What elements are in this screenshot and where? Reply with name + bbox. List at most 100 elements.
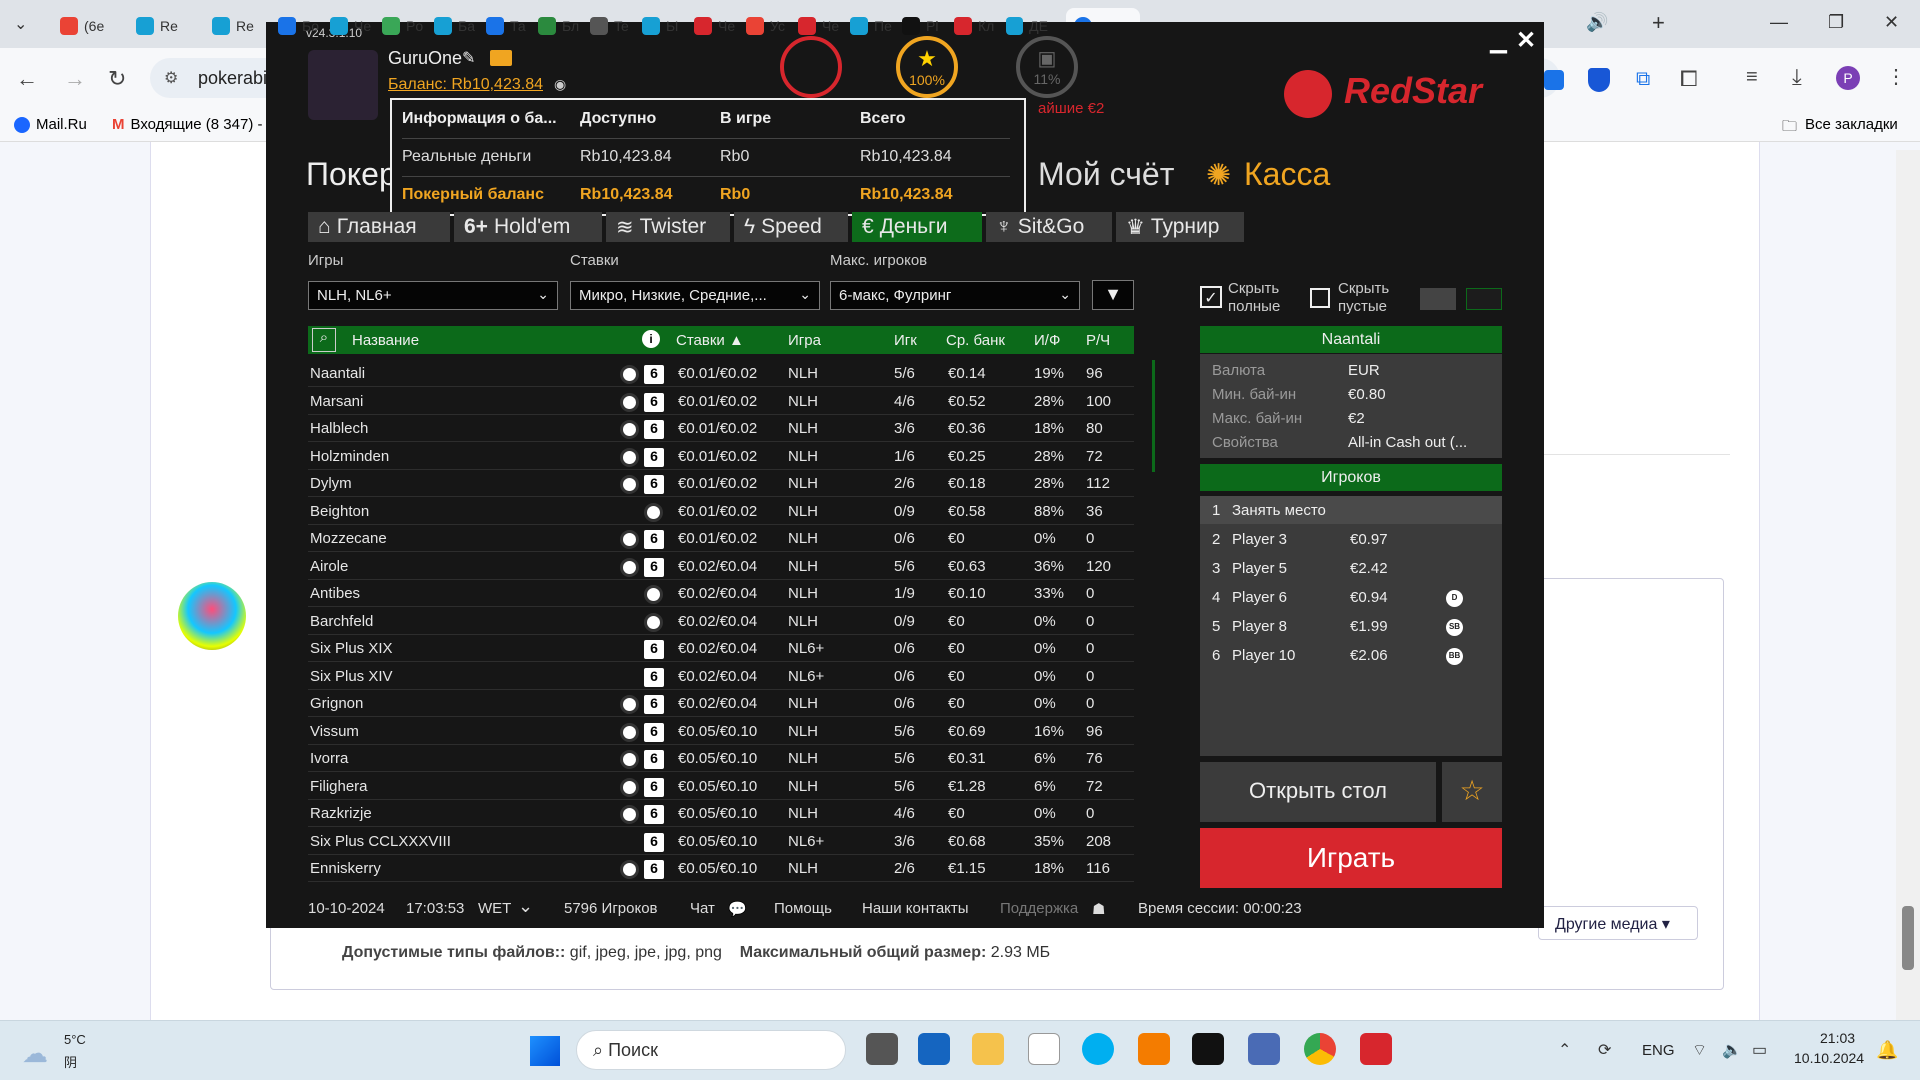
media-list-icon[interactable]: ≡ — [1746, 66, 1758, 89]
table-row[interactable]: Ivorra €0.05/€0.10 NLH 5/6 €0.31 6% 76 6 — [308, 745, 1134, 772]
client-minimize-button[interactable]: ▁ — [1490, 28, 1507, 54]
games-dropdown[interactable]: NLH, NL6+ ⌄ — [308, 281, 558, 310]
browser-tab[interactable]: Кл — [946, 8, 996, 44]
hide-empty-checkbox[interactable] — [1310, 288, 1330, 308]
stakes-dropdown[interactable]: Микро, Низкие, Средние,... ⌄ — [570, 281, 820, 310]
tab-sitgo[interactable]: ♆ Sit&Go — [986, 212, 1112, 242]
tab-main[interactable]: ⌂ Главная — [308, 212, 450, 242]
browser-tab[interactable]: Ы — [634, 8, 684, 44]
tab-holdem[interactable]: 6+ Hold'em — [454, 212, 602, 242]
edit-icon[interactable]: ✎ — [462, 48, 475, 68]
windows-start-icon[interactable] — [530, 1036, 560, 1066]
taskbar-search-input[interactable]: ⌕ Поиск — [576, 1030, 846, 1070]
forward-icon[interactable]: → — [64, 66, 86, 92]
chat-link[interactable]: Чат — [690, 900, 715, 917]
contacts-link[interactable]: Наши контакты — [862, 900, 969, 917]
audio-icon[interactable]: 🔊 — [1586, 12, 1608, 33]
volume-icon[interactable]: 🔈 — [1722, 1040, 1742, 1060]
balance-link[interactable]: Баланс: Rb10,423.84 — [388, 76, 543, 94]
download-icon[interactable]: ⤓ — [1792, 64, 1802, 90]
table-row[interactable]: Mozzecane €0.01/€0.02 NLH 0/6 €0 0% 0 6 — [308, 525, 1134, 552]
page-scroll-thumb[interactable] — [1902, 906, 1914, 970]
all-bookmarks[interactable]: 🗀 Все закладки — [1782, 116, 1898, 141]
browser-tab[interactable]: Re — [204, 8, 264, 44]
network-app-icon[interactable] — [1248, 1033, 1280, 1065]
browser-tab[interactable]: Бл — [530, 8, 580, 44]
table-row[interactable]: Filighera €0.05/€0.10 NLH 5/6 €1.28 6% 72 6 — [308, 773, 1134, 800]
table-row[interactable]: Airole €0.02/€0.04 NLH 5/6 €0.63 36% 120 6 — [308, 553, 1134, 580]
close-window-button[interactable]: ✕ — [1884, 12, 1899, 33]
notepad-icon[interactable] — [1028, 1033, 1060, 1065]
tray-app-icon[interactable]: ⟳ — [1598, 1040, 1611, 1060]
table-row[interactable]: Marsani €0.01/€0.02 NLH 4/6 €0.52 28% 100 6 — [308, 388, 1134, 415]
tab-search-icon[interactable]: ⌄ — [14, 14, 27, 34]
browser-tab[interactable]: (6e — [52, 8, 122, 44]
column-players[interactable]: Игк — [894, 332, 917, 349]
browser-tab[interactable]: ДЕ — [998, 8, 1048, 44]
browser-tab[interactable]: Po — [374, 8, 424, 44]
timezone-chevron-icon[interactable]: ⌄ — [518, 896, 533, 917]
bookmark-inbox[interactable]: M Входящие (8 347) - — [112, 116, 262, 133]
weather-cloud-icon[interactable]: ☁ — [22, 1038, 48, 1069]
back-icon[interactable]: ← — [16, 66, 38, 92]
column-vpip[interactable]: И/Ф — [1034, 332, 1060, 349]
column-name[interactable]: Название — [352, 332, 419, 349]
table-row[interactable]: Six Plus CCLXXXVIII €0.05/€0.10 NL6+ 3/6 €0.… — [308, 828, 1134, 855]
cashier-link[interactable]: Касса — [1244, 156, 1330, 193]
table-row[interactable]: Holzminden €0.01/€0.02 NLH 1/6 €0.25 28% 72 6 — [308, 443, 1134, 470]
minimize-button[interactable]: — — [1770, 12, 1788, 33]
page-scrollbar[interactable] — [1896, 150, 1920, 1020]
column-hands[interactable]: Р/Ч — [1086, 332, 1110, 349]
player-avatar[interactable] — [308, 50, 378, 120]
extensions-puzzle-icon[interactable]: ⧠ — [1680, 66, 1698, 92]
hide-full-checkbox[interactable]: ✓ — [1200, 286, 1222, 308]
table-row[interactable]: Naantali €0.01/€0.02 NLH 5/6 €0.14 19% 96 6 — [308, 360, 1134, 387]
browser-tab[interactable]: Пе — [842, 8, 892, 44]
column-stakes[interactable]: Ставки ▲ — [676, 332, 744, 349]
redstar-poker-icon[interactable] — [1360, 1033, 1392, 1065]
client-close-button[interactable]: ✕ — [1516, 26, 1536, 55]
table-row[interactable]: Six Plus XIV €0.02/€0.04 NL6+ 0/6 €0 0% 0 6 — [308, 663, 1134, 690]
browser-tab[interactable]: Че — [322, 8, 372, 44]
tab-speed[interactable]: ϟ Speed — [734, 212, 848, 242]
new-tab-button[interactable]: + — [1652, 10, 1665, 36]
filter-icon[interactable]: ▼ — [1092, 280, 1134, 310]
browser-tab[interactable]: Ба — [426, 8, 476, 44]
mail-icon[interactable] — [490, 50, 512, 66]
table-row[interactable]: Razkrizje €0.05/€0.10 NLH 4/6 €0 0% 0 6 — [308, 800, 1134, 827]
language-indicator[interactable]: ENG — [1642, 1042, 1675, 1059]
livestream-icon[interactable] — [1192, 1033, 1224, 1065]
table-list-scrollbar[interactable] — [1152, 360, 1155, 472]
gift-progress[interactable]: ▣ 11% — [1016, 36, 1078, 98]
browser-tab[interactable]: Че — [686, 8, 736, 44]
extension-icon[interactable] — [1544, 70, 1564, 90]
footer-timezone[interactable]: WET — [478, 900, 511, 917]
battery-icon[interactable]: ▭ — [1752, 1040, 1767, 1060]
menu-icon[interactable]: ⋮ — [1886, 64, 1906, 89]
user-avatar[interactable] — [178, 582, 246, 650]
clock-time[interactable]: 21:03 — [1820, 1030, 1855, 1046]
play-button[interactable]: Играть — [1200, 828, 1502, 888]
tab-twister[interactable]: ≋ Twister — [606, 212, 730, 242]
column-game[interactable]: Игра — [788, 332, 821, 349]
vlc-icon[interactable] — [1138, 1033, 1170, 1065]
star-progress[interactable]: ★ 100% — [896, 36, 958, 98]
wifi-icon[interactable]: ⌔ — [1692, 1040, 1707, 1060]
favorite-star-icon[interactable]: ☆ — [1442, 762, 1502, 822]
browser-tab[interactable]: Re — [128, 8, 198, 44]
chrome-icon[interactable] — [1304, 1033, 1336, 1065]
open-table-button[interactable]: Открыть стол — [1200, 762, 1436, 822]
table-row[interactable]: Barchfeld €0.02/€0.04 NLH 0/9 €0 0% 0 — [308, 608, 1134, 635]
task-view-icon[interactable] — [866, 1033, 898, 1065]
other-media-button[interactable]: Другие медиа ▾ — [1538, 906, 1698, 940]
list-view-icon[interactable] — [1466, 288, 1502, 310]
cast-icon[interactable]: ⧉ — [1636, 68, 1650, 91]
clock-date[interactable]: 10.10.2024 — [1794, 1050, 1864, 1066]
support-link[interactable]: Поддержка — [1000, 900, 1078, 917]
table-row[interactable]: Enniskerry €0.05/€0.10 NLH 2/6 €1.15 18% 116 6 — [308, 855, 1134, 882]
browser-tab[interactable]: Та — [478, 8, 528, 44]
site-info-icon[interactable]: ⚙ — [164, 68, 178, 88]
table-row[interactable]: Halblech €0.01/€0.02 NLH 3/6 €0.36 18% 80 6 — [308, 415, 1134, 442]
browser-tab[interactable]: Te — [582, 8, 632, 44]
table-row[interactable]: Grignon €0.02/€0.04 NLH 0/6 €0 0% 0 6 — [308, 690, 1134, 717]
